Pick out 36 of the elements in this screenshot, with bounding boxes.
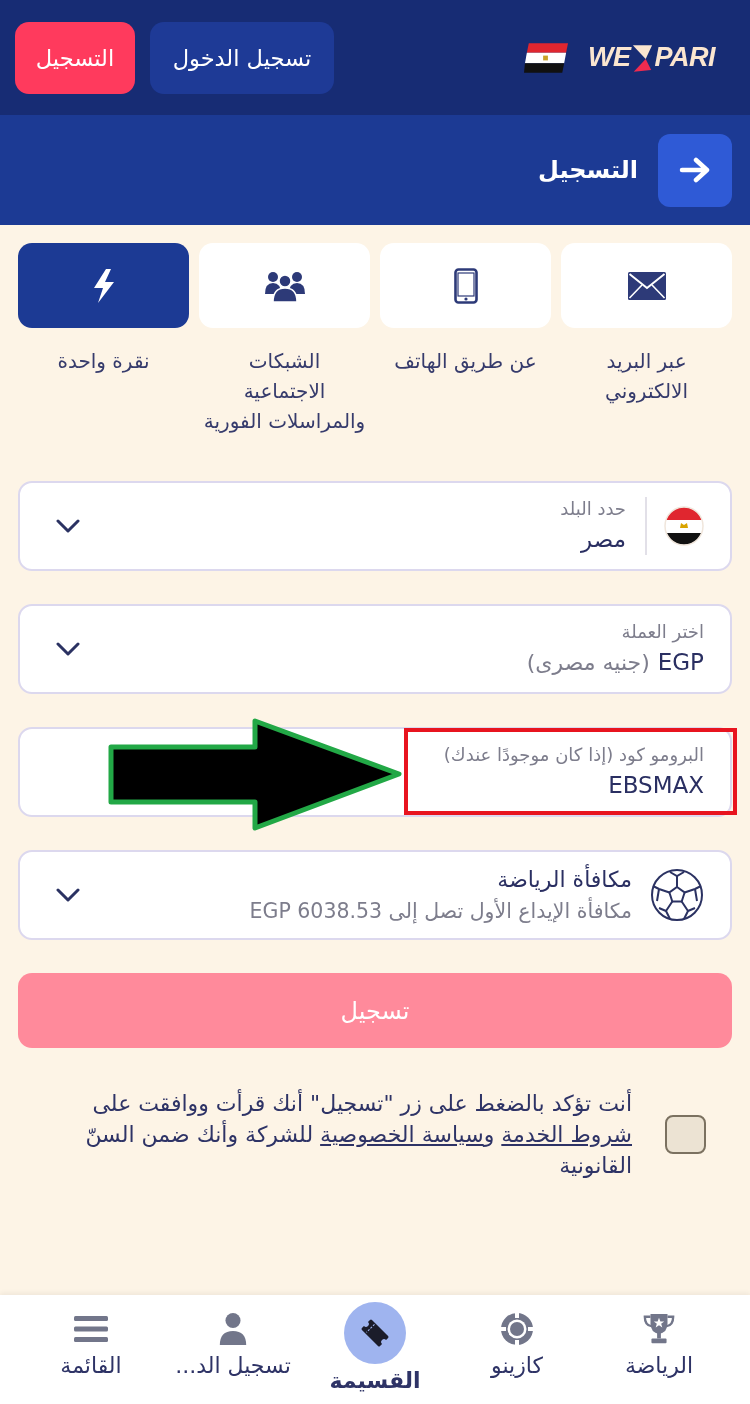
people-icon [264,269,305,302]
method-tab[interactable] [18,243,189,328]
method-tab[interactable] [199,243,370,328]
login-button[interactable]: تسجيل الدخول [150,21,334,94]
flag-icon [524,42,568,73]
chevron-down-icon [56,888,80,902]
country-select[interactable]: حدد البلد مصر [18,481,732,571]
nav-tab[interactable]: كازينو [446,1295,588,1404]
chevron-down-icon [56,519,80,533]
lightning-icon [92,268,115,303]
terms-link[interactable]: شروط الخدمة [501,1122,632,1147]
method-label: عن طريق الهاتف [394,348,537,375]
logo-text: PARI [654,42,715,73]
method-label: نقرة واحدة [57,348,150,375]
page-title: التسجيل [538,156,638,184]
soccer-ball-icon [650,868,704,922]
method-label: عبر البريد الالكتروني [604,348,689,406]
casino-chip-icon [499,1311,535,1347]
terms-text: أنت تؤكد بالضغط على زر "تسجيل" أنك قرأت ووافقت على شروط الخدمة وسياسة الخصوصية للشركة وأنك ضمن السنّ القانونية [84,1088,632,1180]
method-tab[interactable] [561,243,732,328]
arrow-right-icon [679,157,711,183]
nav-tab[interactable]: الرياضة [588,1295,730,1404]
logo-mark-icon [631,42,654,73]
back-button[interactable] [658,133,732,207]
phone-icon [453,267,478,304]
checkbox[interactable] [665,1115,706,1154]
method-label: الشبكات الاجتماعية والمراسلات الفورية [203,348,366,435]
nav-tab[interactable]: القائمة [20,1295,162,1404]
chevron-down-icon [56,642,80,656]
envelope-icon [627,271,666,300]
nav-tab[interactable]: تسجيل الد... [162,1295,304,1404]
logo-text: WE [588,42,631,73]
nav-tab[interactable]: القسيمة [304,1295,446,1404]
method-tab[interactable] [380,243,551,328]
bonus-select[interactable]: مكافأة الرياضة مكافأة الإيداع الأول تصل إلى EGP 6038.53 [18,850,732,940]
flag-icon [664,506,704,546]
